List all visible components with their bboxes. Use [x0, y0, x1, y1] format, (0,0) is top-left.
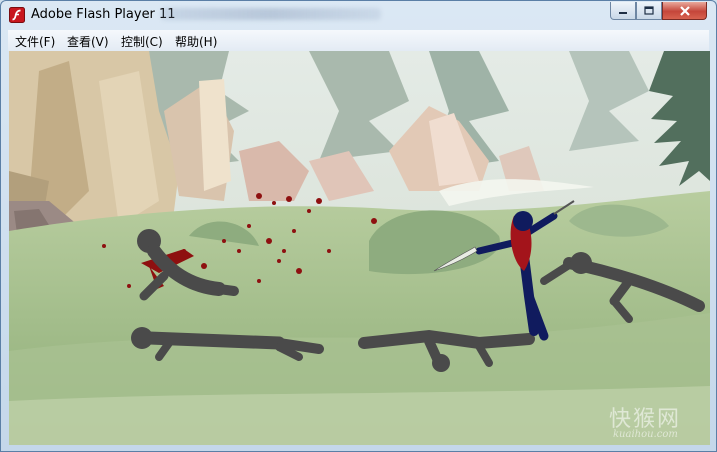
minimize-icon [619, 11, 627, 14]
watermark-url: kuaihou.com [613, 429, 678, 440]
minimize-button[interactable] [610, 2, 636, 20]
menu-bar: 文件(F) 查看(V) 控制(C) 帮助(H) [8, 30, 709, 51]
menu-file[interactable]: 文件(F) [15, 33, 55, 50]
title-bar[interactable]: Adobe Flash Player 11 [1, 1, 716, 29]
flash-app-icon [9, 7, 25, 23]
menu-view[interactable]: 查看(V) [67, 33, 109, 50]
menu-help[interactable]: 帮助(H) [175, 33, 217, 50]
game-scene [9, 51, 710, 445]
menu-control[interactable]: 控制(C) [121, 33, 163, 50]
close-button[interactable] [662, 2, 707, 20]
close-icon [679, 5, 690, 16]
window-title: Adobe Flash Player 11 [31, 7, 176, 22]
flash-player-window: Adobe Flash Player 11 文件(F) 查看(V) 控制(C) … [0, 0, 717, 452]
blurred-title-text [161, 8, 381, 20]
maximize-button[interactable] [636, 2, 662, 20]
maximize-icon [644, 6, 654, 15]
flash-game-viewport[interactable] [9, 51, 710, 445]
